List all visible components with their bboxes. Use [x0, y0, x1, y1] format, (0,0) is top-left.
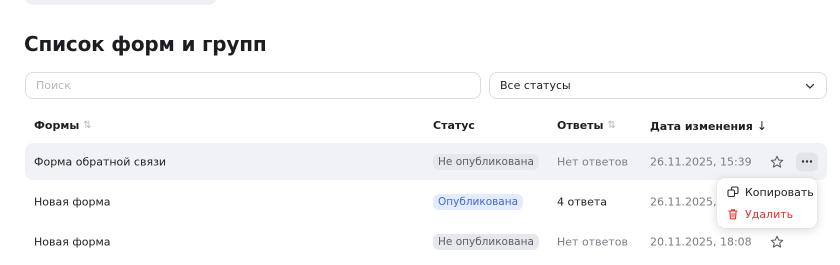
column-header-status-label: Статус	[433, 119, 475, 132]
arrow-down-icon: ↓	[756, 119, 767, 133]
star-icon[interactable]	[770, 155, 784, 169]
more-horizontal-icon	[801, 160, 813, 163]
delete-menu-item[interactable]: Удалить	[717, 203, 817, 225]
column-header-forms[interactable]: Формы ⇅	[34, 119, 92, 132]
status-badge-cell: Опубликована	[433, 193, 524, 210]
table-row[interactable]: Форма обратной связи Не опубликована Нет…	[25, 143, 827, 180]
answers-count: 4 ответа	[557, 195, 608, 208]
sort-arrows-icon: ⇅	[607, 120, 616, 131]
modified-date: 26.11.2025, 15:39	[650, 155, 752, 168]
row-actions-menu: Копировать Удалить	[717, 178, 817, 228]
sort-arrows-icon: ⇅	[83, 120, 92, 131]
column-header-forms-label: Формы	[34, 119, 80, 132]
form-name: Форма обратной связи	[34, 155, 167, 168]
column-header-answers-label: Ответы	[557, 119, 604, 132]
table-row[interactable]: Новая форма Опубликована 4 ответа 26.11.…	[25, 183, 827, 220]
form-name: Новая форма	[34, 235, 111, 248]
status-badge: Не опубликована	[433, 153, 539, 170]
status-badge-cell: Не опубликована	[433, 153, 539, 170]
column-header-answers[interactable]: Ответы ⇅	[557, 119, 616, 132]
delete-menu-label: Удалить	[745, 207, 794, 221]
page-title: Список форм и групп	[24, 32, 267, 56]
copy-menu-label: Копировать	[745, 185, 814, 199]
search-input[interactable]	[25, 72, 481, 99]
status-filter-value: Все статусы	[500, 79, 571, 92]
top-bar-placeholder	[24, 0, 218, 5]
form-name: Новая форма	[34, 195, 111, 208]
more-actions-button[interactable]	[796, 152, 818, 171]
answers-count: Нет ответов	[557, 235, 628, 248]
star-icon[interactable]	[770, 235, 784, 249]
column-header-status: Статус	[433, 119, 475, 132]
copy-icon	[727, 186, 739, 198]
column-header-date[interactable]: Дата изменения ↓	[650, 119, 767, 133]
column-header-date-label: Дата изменения	[650, 119, 753, 133]
status-filter-select[interactable]: Все статусы	[489, 72, 827, 99]
table-row[interactable]: Новая форма Не опубликована Нет ответов …	[25, 223, 827, 260]
trash-icon	[728, 209, 738, 220]
status-badge: Не опубликована	[433, 233, 539, 250]
modified-date: 20.11.2025, 18:08	[650, 235, 752, 248]
copy-menu-item[interactable]: Копировать	[717, 181, 817, 203]
answers-count: Нет ответов	[557, 155, 628, 168]
status-badge: Опубликована	[433, 193, 524, 210]
chevron-down-icon	[805, 83, 815, 89]
status-badge-cell: Не опубликована	[433, 233, 539, 250]
